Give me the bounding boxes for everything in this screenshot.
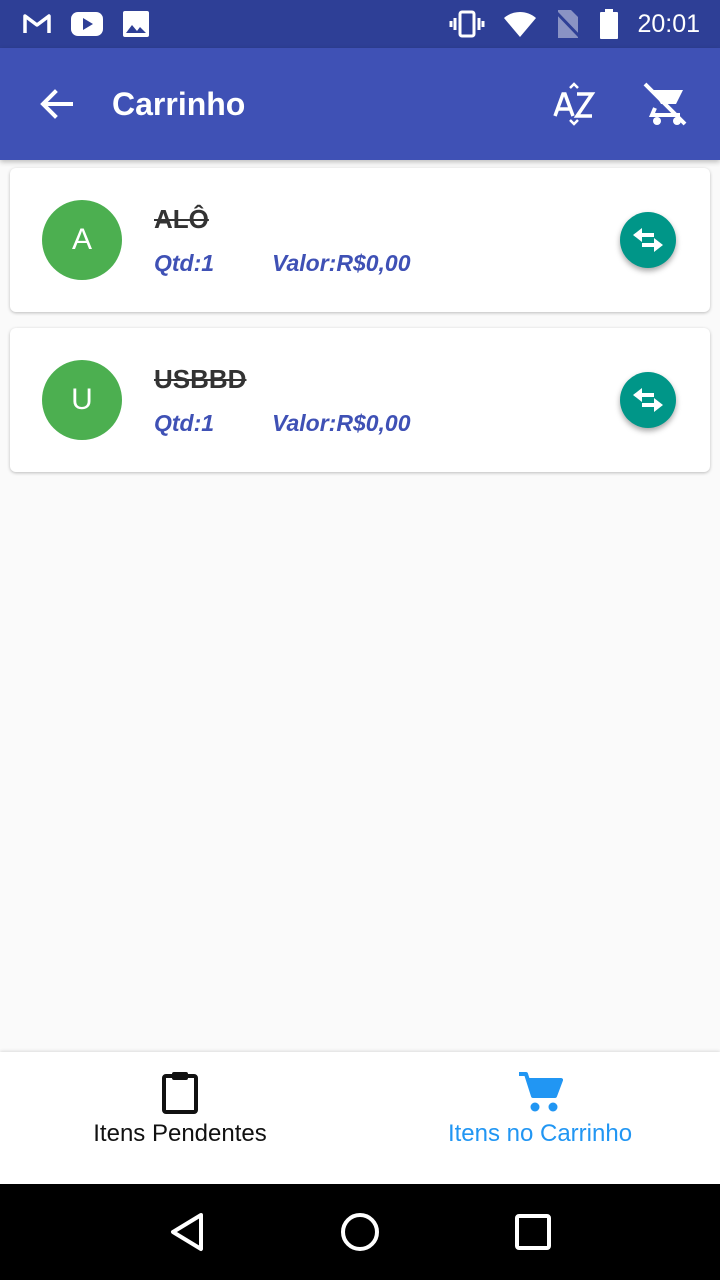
swap-button[interactable] <box>620 372 676 428</box>
system-navigation-bar <box>0 1184 720 1280</box>
item-meta: Qtd: 1 Valor: R$0,00 <box>154 410 411 437</box>
value-label: Valor: <box>272 410 337 436</box>
status-bar: 20:01 <box>0 0 720 48</box>
cart-list: A ALÔ Qtd: 1 Valor: R$0,00 U USBBD Qtd: 1 V… <box>10 168 710 488</box>
list-item[interactable]: A ALÔ Qtd: 1 Valor: R$0,00 <box>10 168 710 312</box>
sort-button[interactable] <box>530 48 620 160</box>
status-time: 20:01 <box>637 9 700 38</box>
cart-icon <box>519 1072 563 1112</box>
item-quantity: Qtd: 1 <box>154 250 272 277</box>
no-sim-icon <box>555 9 582 39</box>
page-title: Carrinho <box>112 85 246 122</box>
tab-itens-no-carrinho[interactable]: Itens no Carrinho <box>360 1052 720 1184</box>
tab-itens-pendentes[interactable]: Itens Pendentes <box>0 1052 360 1184</box>
recents-square-icon <box>515 1214 552 1250</box>
item-name: USBBD <box>154 364 247 394</box>
quantity-label: Qtd: <box>154 410 202 436</box>
quantity-value: 1 <box>201 410 215 436</box>
battery-icon <box>599 9 619 39</box>
list-item[interactable]: U USBBD Qtd: 1 Valor: R$0,00 <box>10 328 710 472</box>
home-circle-icon <box>340 1213 379 1251</box>
value-amount: R$0,00 <box>336 250 411 276</box>
avatar: U <box>42 360 122 440</box>
quantity-value: 1 <box>201 250 215 276</box>
remove-cart-button[interactable] <box>620 48 710 160</box>
clipboard-icon <box>162 1072 198 1114</box>
value-label: Valor: <box>272 250 337 276</box>
back-button[interactable] <box>0 48 112 160</box>
item-value: Valor: R$0,00 <box>272 410 411 437</box>
arrow-back-icon <box>40 89 73 119</box>
tab-label: Itens no Carrinho <box>447 1120 633 1147</box>
item-meta: Qtd: 1 Valor: R$0,00 <box>154 250 411 277</box>
status-right-icons: 20:01 <box>431 9 700 39</box>
system-home-button[interactable] <box>320 1192 400 1272</box>
swap-horiz-icon <box>633 388 663 412</box>
bottom-navigation: Itens Pendentes Itens no Carrinho <box>0 1052 720 1184</box>
swap-horiz-icon <box>633 228 663 252</box>
swap-button[interactable] <box>620 212 676 268</box>
sort-alpha-icon <box>553 82 596 126</box>
item-name: ALÔ <box>154 204 209 234</box>
youtube-icon <box>70 11 104 37</box>
system-recents-button[interactable] <box>493 1192 573 1272</box>
back-triangle-icon <box>170 1213 203 1251</box>
avatar: A <box>42 200 122 280</box>
gmail-icon <box>22 12 52 36</box>
app-bar: Carrinho <box>0 48 720 160</box>
value-amount: R$0,00 <box>336 410 411 436</box>
tab-label: Itens Pendentes <box>93 1120 267 1147</box>
status-left-icons <box>22 10 168 38</box>
quantity-label: Qtd: <box>154 250 202 276</box>
remove-cart-icon <box>643 82 687 126</box>
system-back-button[interactable] <box>147 1192 227 1272</box>
image-icon <box>122 10 150 38</box>
item-value: Valor: R$0,00 <box>272 250 411 277</box>
vibrate-icon <box>449 10 485 38</box>
item-quantity: Qtd: 1 <box>154 410 272 437</box>
wifi-icon <box>503 10 537 38</box>
